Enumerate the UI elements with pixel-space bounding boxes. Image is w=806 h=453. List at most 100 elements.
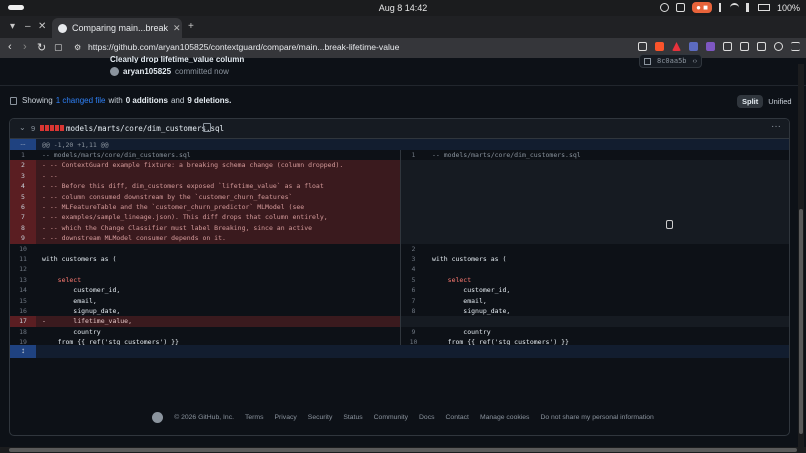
old-line-number[interactable]: 3 [10,170,36,182]
window-icon[interactable] [676,3,686,12]
close-window-icon[interactable]: ✕ [38,21,46,32]
tray-icon[interactable] [660,3,670,12]
footer-link[interactable]: Community [374,414,408,421]
minimize-icon[interactable]: – [25,21,31,32]
site-footer: © 2026 GitHub, Inc. Terms Privacy Security… [0,412,806,423]
hunk-range: @@ -1,20 +1,11 @@ [42,141,109,149]
commit-author[interactable]: aryan105825 [123,67,171,76]
old-line-number[interactable]: 9 [10,233,36,244]
tab-title: Comparing main...break [72,23,168,33]
commit-title[interactable]: Cleanly drop lifetime_value column [110,55,310,63]
new-line-number[interactable]: 1 [400,150,426,161]
new-line-number[interactable]: 2 [400,243,426,254]
diff-summary: Showing 1 changed file with 0 additions … [10,96,231,105]
file-options-icon[interactable]: ··· [771,121,781,132]
puzzle-icon[interactable] [723,42,732,51]
unified-view-button[interactable]: Unified [763,95,796,108]
close-tab-icon[interactable]: ✕ [173,23,181,34]
footer-link[interactable]: Terms [245,414,264,421]
menu-icon[interactable] [791,42,800,51]
old-line-number[interactable]: 2 [10,160,36,171]
commit-sha[interactable]: 8c0aa5b [657,57,687,65]
old-line-number[interactable]: 17 [10,316,36,327]
new-line-number[interactable]: 8 [400,306,426,317]
leo-icon[interactable] [774,42,783,51]
new-line-number[interactable] [400,170,426,182]
new-line-number[interactable] [400,191,426,202]
new-line-number[interactable] [400,233,426,244]
new-line-number[interactable]: 3 [400,254,426,265]
footer-link[interactable]: Security [308,414,333,421]
footer-link[interactable]: Status [343,414,362,421]
wallet-icon[interactable] [757,42,766,51]
site-settings-icon[interactable]: ⚙ [74,43,81,52]
old-line-number[interactable]: 1 [10,150,36,160]
new-line-number[interactable]: 9 [400,326,426,338]
window-menu-icon[interactable]: ▾ [10,21,15,32]
copy-path-icon[interactable] [203,123,211,132]
old-line-number[interactable]: 8 [10,222,36,234]
brave-rewards-icon[interactable] [672,42,681,51]
os-status-area[interactable]: ● ■ 100% [660,2,800,13]
expand-down-button[interactable]: ↕ [10,345,36,358]
bookmark-icon[interactable]: ▢ [54,42,63,53]
old-line-number[interactable]: 15 [10,296,36,306]
new-line-number[interactable]: 4 [400,264,426,275]
old-line-number[interactable]: 12 [10,264,36,274]
github-logo-icon[interactable] [152,412,164,423]
footer-link[interactable]: Privacy [275,414,297,421]
browser-tab[interactable]: Comparing main...break ✕ [52,18,182,38]
new-line-number[interactable]: 5 [400,274,426,286]
collapse-chevron-icon[interactable]: ⌄ [19,123,26,132]
vertical-scrollbar[interactable] [798,64,804,447]
change-count: 9 [31,124,36,133]
extension-icon-2[interactable] [706,42,715,51]
diff-row: 10 2 [10,243,789,254]
footer-link[interactable]: Contact [446,414,469,421]
address-input[interactable]: https://github.com/aryan105825/contextgu… [88,42,399,52]
old-code-line: - lifetime_value, [36,316,400,327]
horizontal-scrollbar[interactable] [0,447,806,453]
new-code-line [426,160,789,171]
old-line-number[interactable]: 14 [10,285,36,295]
sidebar-icon[interactable] [740,42,749,51]
file-path[interactable]: models/marts/core/dim_customers.sql [66,124,224,133]
expand-up-button[interactable]: ... [10,139,36,150]
old-line-number[interactable]: 11 [10,254,36,264]
copy-sha-icon[interactable] [644,57,651,65]
old-line-number[interactable]: 10 [10,244,36,254]
new-line-number[interactable]: 7 [400,295,426,306]
avatar[interactable] [110,67,119,76]
diff-row: 13 select 5 select [10,274,789,286]
new-line-number[interactable] [400,160,426,171]
browse-code-icon[interactable]: ‹› [693,58,698,65]
wifi-icon [729,3,739,12]
old-line-number[interactable]: 18 [10,327,36,337]
new-tab-icon[interactable]: + [188,21,194,32]
screen-record-indicator[interactable]: ● ■ [692,2,712,13]
new-line-number[interactable] [400,316,426,327]
new-line-number[interactable] [400,181,426,192]
extension-icon[interactable] [689,42,698,51]
old-line-number[interactable]: 4 [10,181,36,192]
new-line-number[interactable]: 6 [400,285,426,296]
split-view-button[interactable]: Split [737,95,764,108]
footer-link[interactable]: Do not share my personal information [540,414,653,421]
diff-row: 1 -- models/marts/core/dim_customers.sql 1… [10,150,789,161]
footer-link[interactable]: Manage cookies [480,414,530,421]
old-line-number[interactable]: 7 [10,212,36,223]
old-line-number[interactable]: 5 [10,191,36,202]
brave-shield-icon[interactable] [655,42,664,51]
forward-icon[interactable]: › [23,41,27,53]
footer-link[interactable]: Docs [419,414,435,421]
changed-files-link[interactable]: 1 changed file [56,96,106,105]
new-line-number[interactable] [400,212,426,223]
cast-icon[interactable] [638,42,647,51]
new-line-number[interactable] [400,202,426,213]
old-line-number[interactable]: 13 [10,275,36,285]
back-icon[interactable]: ‹ [8,41,12,53]
old-line-number[interactable]: 6 [10,202,36,213]
new-line-number[interactable] [400,222,426,234]
reload-icon[interactable]: ↻ [37,41,46,54]
old-line-number[interactable]: 16 [10,306,36,316]
